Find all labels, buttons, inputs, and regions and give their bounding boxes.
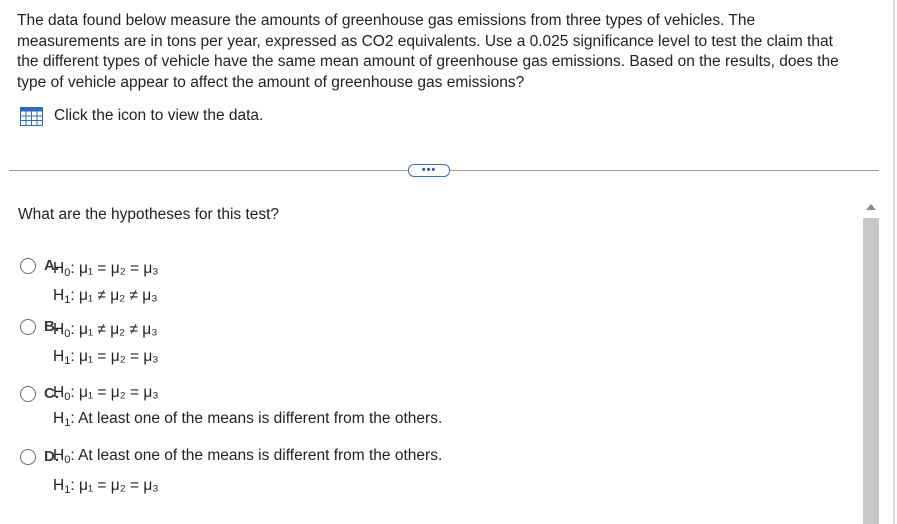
option-b-h0: H0: μ₁ ≠ μ₂ ≠ μ₃ [53,321,158,340]
option-a-h0: H0: μ₁ = μ₂ = μ₃ [53,260,159,279]
scroll-thumb[interactable] [863,218,879,524]
option-b-h1: H1: μ₁ = μ₂ = μ₃ [53,348,159,367]
view-data-link[interactable]: Click the icon to view the data. [20,106,263,126]
option-d-h1: H1: μ₁ = μ₂ = μ₃ [53,477,159,496]
option-c-h1: H1: At least one of the means is differe… [53,410,443,429]
problem-statement: The data found below measure the amounts… [17,12,839,91]
option-a-h1: H1: μ₁ ≠ μ₂ ≠ μ₃ [53,287,158,306]
option-a-radio[interactable] [20,258,36,274]
option-c-h0: H0: μ₁ = μ₂ = μ₃ [53,384,159,403]
expand-more-button[interactable]: ••• [408,164,450,177]
more-dots-icon: ••• [421,164,437,176]
vertical-scrollbar[interactable] [861,200,881,524]
option-d-h0: H0: At least one of the means is differe… [53,447,443,466]
question-text: What are the hypotheses for this test? [18,206,280,223]
panel-edge [893,0,895,524]
view-data-label[interactable]: Click the icon to view the data. [54,107,263,125]
option-b-radio[interactable] [20,319,36,335]
option-c-radio[interactable] [20,386,36,402]
scroll-up-arrow-icon[interactable] [866,204,876,210]
data-table-icon[interactable] [20,106,43,126]
option-d-radio[interactable] [20,449,36,465]
